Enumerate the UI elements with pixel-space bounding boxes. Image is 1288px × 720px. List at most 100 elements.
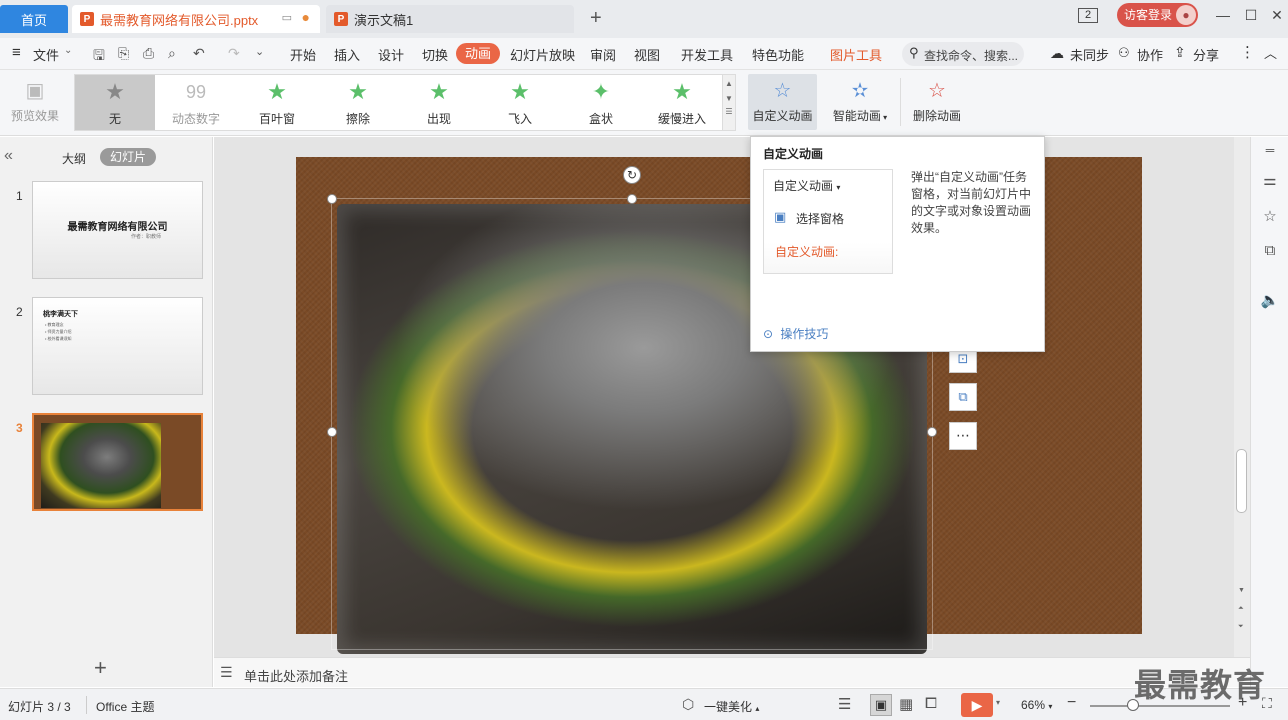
menu-design[interactable]: 设计: [378, 45, 404, 64]
customize-toolbar-icon[interactable]: ⌄: [255, 45, 264, 58]
more-vertical-icon[interactable]: ⋮: [1240, 43, 1255, 61]
print-icon[interactable]: ⎙: [143, 45, 154, 62]
chevron-down-icon[interactable]: ▾: [996, 698, 1000, 707]
anim-label: 缓慢进入: [657, 112, 706, 126]
reading-view-icon[interactable]: ⧠: [925, 695, 937, 712]
anim-appear[interactable]: ★ 出现: [399, 75, 479, 130]
theme-name[interactable]: Office 主题: [96, 698, 154, 715]
anim-fly-in[interactable]: ★ 飞入: [480, 75, 560, 130]
collab-icon[interactable]: ⚇: [1118, 45, 1130, 61]
search-box[interactable]: ⚲ 查找命令、搜索...: [902, 42, 1024, 66]
play-slideshow-button[interactable]: ▶: [961, 693, 993, 717]
anim-none[interactable]: ★ 无: [75, 75, 155, 130]
collapse-panel-icon[interactable]: «: [4, 147, 13, 165]
vertical-scrollbar[interactable]: ▼ ⏶ ⏷: [1234, 137, 1250, 657]
slide-thumbnail-3[interactable]: [32, 413, 203, 511]
anim-blinds[interactable]: ★ 百叶窗: [237, 75, 317, 130]
menu-view[interactable]: 视图: [634, 45, 660, 64]
chevron-down-icon[interactable]: ⌄: [64, 45, 72, 56]
monitor-icon[interactable]: ▭: [282, 11, 292, 24]
cloud-icon[interactable]: ☁: [1050, 45, 1064, 62]
tooltip-preview: 自定义动画 ▾ ▣ 选择窗格 自定义动画:: [763, 169, 893, 274]
resize-handle-right[interactable]: [927, 427, 937, 437]
collapse-ribbon-icon[interactable]: ︿: [1264, 43, 1277, 62]
zoom-level[interactable]: 66% ▾: [1021, 698, 1052, 712]
tooltip-title: 自定义动画: [763, 147, 824, 161]
anim-dynamic-number[interactable]: 99 动态数字: [156, 75, 236, 130]
panel-toggle-icon[interactable]: ═: [1260, 143, 1280, 163]
add-slide-button[interactable]: +: [94, 655, 107, 681]
animation-pane-icon[interactable]: ☆: [1260, 207, 1280, 227]
close-icon[interactable]: ✕: [1262, 0, 1288, 30]
outline-tab[interactable]: 大纲: [62, 150, 86, 167]
save-icon[interactable]: 🖫: [93, 45, 105, 69]
doc-tab-2[interactable]: P 演示文稿1: [326, 5, 574, 33]
menu-developer[interactable]: 开发工具: [681, 45, 733, 64]
sync-status[interactable]: 未同步: [1070, 45, 1109, 64]
resize-handle-tl[interactable]: [327, 194, 337, 204]
replace-image-icon[interactable]: ⧉: [949, 383, 977, 411]
menu-animation[interactable]: 动画: [456, 43, 501, 64]
share-icon[interactable]: ⇪: [1174, 44, 1186, 61]
properties-icon[interactable]: ⚌: [1260, 171, 1280, 191]
preview-effect-button[interactable]: ▣ 预览效果: [6, 74, 64, 130]
custom-animation-button[interactable]: ☆ 自定义动画: [748, 74, 817, 130]
anim-box[interactable]: ✦ 盒状: [561, 75, 641, 130]
share-button[interactable]: 分享: [1193, 45, 1219, 64]
window-count-badge[interactable]: 2: [1078, 8, 1098, 23]
zoom-out-icon[interactable]: −: [1067, 694, 1076, 712]
tips-link[interactable]: ⊙ 操作技巧: [763, 325, 828, 342]
menu-review[interactable]: 审阅: [590, 45, 616, 64]
next-slide-icon[interactable]: ⏷: [1238, 623, 1244, 631]
tooltip-description: 弹出“自定义动画”任务窗格，对当前幻灯片中的文字或对象设置动画效果。: [911, 170, 1032, 235]
normal-view-icon[interactable]: ▣: [870, 694, 892, 716]
prev-slide-icon[interactable]: ⏶: [1238, 605, 1244, 613]
new-tab-button[interactable]: +: [590, 7, 602, 30]
scroll-down-icon[interactable]: ▼: [1238, 587, 1245, 594]
doc-tab-active[interactable]: P 最需教育网络有限公司.pptx ▭ ●: [72, 5, 320, 33]
menu-home[interactable]: 开始: [290, 45, 316, 64]
login-button[interactable]: 访客登录 ●: [1117, 3, 1198, 27]
menu-file[interactable]: 文件: [33, 45, 59, 64]
gallery-expand-icon[interactable]: ☰: [723, 107, 735, 116]
slide-thumbnail-2[interactable]: 桃李满天下 • 教育理念 • 师资力量介绍 • 校外看课须知: [32, 297, 203, 395]
transition-pane-icon[interactable]: ⧉: [1260, 242, 1280, 262]
anim-wipe[interactable]: ★ 擦除: [318, 75, 398, 130]
menu-bar: ≡ 文件 ⌄ 🖫 ⎘ ⎙ ⌕ ↶ ↷ ⌄ 开始 插入 设计 切换 动画 幻灯片放…: [0, 38, 1288, 70]
slides-tab[interactable]: 幻灯片: [100, 148, 156, 166]
align-menu-icon[interactable]: ☰: [838, 695, 851, 713]
menu-special[interactable]: 特色功能: [752, 45, 804, 64]
slide-thumbnail-1[interactable]: 最需教育网络有限公司 作者：职教师: [32, 181, 203, 279]
audio-icon[interactable]: 🔈: [1260, 291, 1280, 311]
export-pdf-icon[interactable]: ⎘: [118, 45, 129, 62]
scroll-up-icon[interactable]: ▲: [723, 79, 735, 88]
menu-slideshow[interactable]: 幻灯片放映: [510, 45, 575, 64]
home-tab[interactable]: 首页: [0, 5, 68, 33]
print-preview-icon[interactable]: ⌕: [168, 45, 176, 62]
minimize-icon[interactable]: —: [1208, 0, 1238, 30]
collab-button[interactable]: 协作: [1137, 45, 1163, 64]
menu-transition[interactable]: 切换: [422, 45, 448, 64]
gallery-scroll[interactable]: ▲ ▼ ☰: [722, 74, 736, 131]
thumb-bullet: • 教育理念: [45, 322, 64, 327]
smart-animation-icon: ✫: [851, 80, 869, 102]
notes-placeholder: 单击此处添加备注: [244, 669, 349, 684]
menu-picture-tools[interactable]: 图片工具: [830, 45, 882, 64]
resize-handle-left[interactable]: [327, 427, 337, 437]
slide-number: 3: [16, 421, 23, 435]
sorter-view-icon[interactable]: ▦: [899, 695, 913, 713]
scroll-thumb[interactable]: [1236, 449, 1247, 513]
delete-animation-button[interactable]: ☆ 删除动画: [908, 74, 966, 130]
notes-area[interactable]: ☰ 单击此处添加备注: [214, 657, 1250, 687]
anim-crawl-in[interactable]: ★ 缓慢进入: [642, 75, 722, 130]
resize-handle-top[interactable]: [627, 194, 637, 204]
rotate-handle-icon[interactable]: ↻: [623, 166, 641, 184]
more-options-icon[interactable]: ⋯: [949, 422, 977, 450]
redo-icon[interactable]: ↷: [228, 45, 240, 62]
scroll-down-icon[interactable]: ▼: [723, 94, 735, 103]
hamburger-icon[interactable]: ≡: [12, 44, 21, 61]
menu-insert[interactable]: 插入: [334, 45, 360, 64]
undo-icon[interactable]: ↶: [193, 45, 205, 62]
one-click-beautify[interactable]: 一键美化 ▴: [704, 698, 759, 715]
smart-animation-button[interactable]: ✫ 智能动画 ▾: [828, 74, 892, 130]
